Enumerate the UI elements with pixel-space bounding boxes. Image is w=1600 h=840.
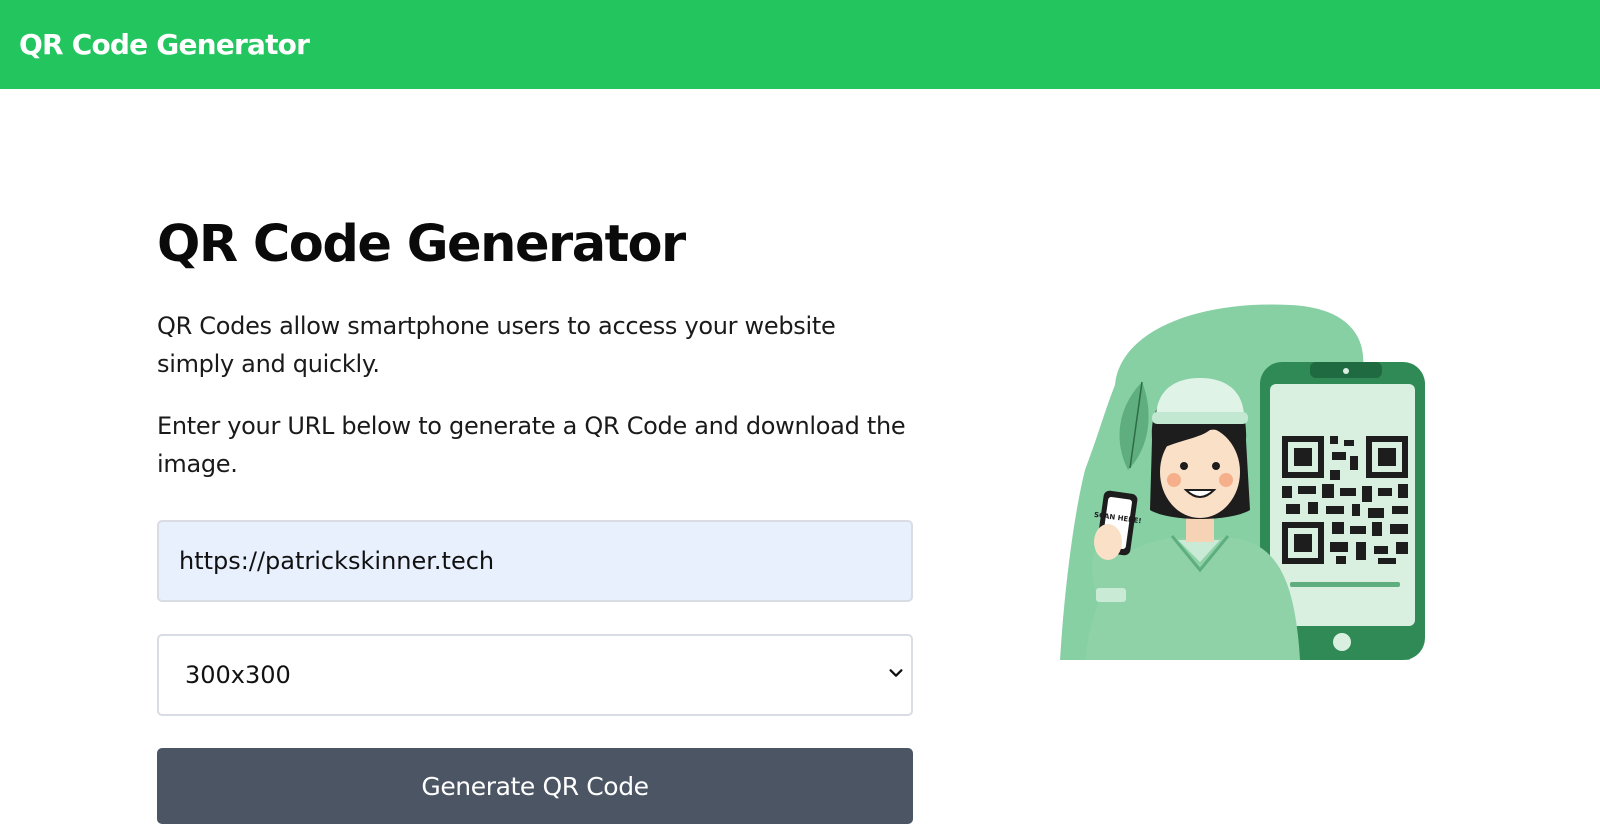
person-scanning-qr-code-illustration: SCAN HERE! <box>1060 304 1425 660</box>
url-input[interactable] <box>157 520 913 602</box>
instructions-paragraph: Enter your URL below to generate a QR Co… <box>157 412 906 478</box>
size-select[interactable]: 300x300 <box>157 634 913 716</box>
brand-title[interactable]: QR Code Generator <box>19 28 310 61</box>
generate-qr-button[interactable]: Generate QR Code <box>157 748 913 824</box>
navbar: QR Code Generator <box>0 0 1600 89</box>
intro-paragraph: QR Codes allow smartphone users to acces… <box>157 312 836 378</box>
size-select-container: 300x300 <box>157 634 913 716</box>
main-content: QR Code Generator QR Codes allow smartph… <box>157 210 914 824</box>
page-title: QR Code Generator <box>157 215 686 274</box>
